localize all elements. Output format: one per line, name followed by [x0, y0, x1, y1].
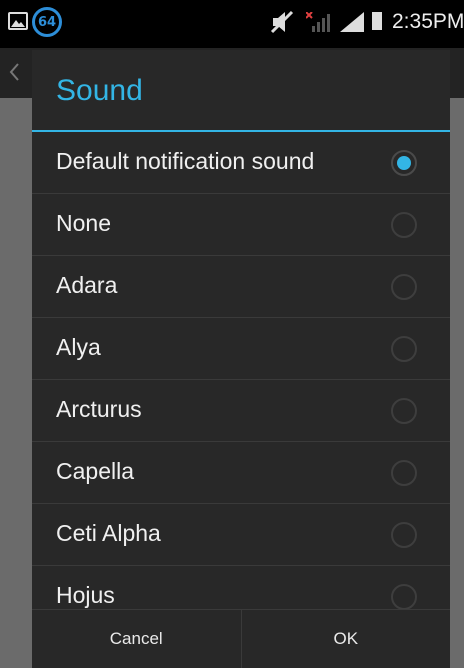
- radio-button[interactable]: [391, 522, 417, 548]
- sound-option[interactable]: Capella: [32, 442, 450, 504]
- sound-option-label: Ceti Alpha: [56, 520, 161, 546]
- radio-button[interactable]: [391, 212, 417, 238]
- sound-option-label: Capella: [56, 458, 134, 484]
- sound-option-label: Alya: [56, 334, 101, 360]
- sound-options-list[interactable]: Default notification sound None Adara Al…: [32, 132, 450, 609]
- status-bar: 64 2:35PM: [0, 0, 464, 48]
- sound-option-label: Adara: [56, 272, 118, 298]
- radio-button-selected[interactable]: [391, 150, 417, 176]
- dialog-title: Sound: [56, 74, 143, 107]
- dialog-button-bar: Cancel OK: [32, 609, 450, 668]
- sound-option-label: None: [56, 210, 111, 236]
- notification-count-badge: 64: [32, 7, 62, 37]
- sound-option[interactable]: Arcturus: [32, 380, 450, 442]
- dialog-title-bar: Sound: [32, 50, 450, 132]
- sound-option[interactable]: Alya: [32, 318, 450, 380]
- sound-option-label: Default notification sound: [56, 148, 315, 174]
- sound-option[interactable]: None: [32, 194, 450, 256]
- sound-option-label: Arcturus: [56, 396, 142, 422]
- back-chevron-icon: [9, 63, 19, 81]
- status-time: 2:35PM: [392, 10, 464, 33]
- radio-button[interactable]: [391, 398, 417, 424]
- ok-button[interactable]: OK: [240, 610, 451, 668]
- signal-strength-icon: [340, 12, 364, 32]
- sound-option[interactable]: Default notification sound: [32, 132, 450, 194]
- radio-button[interactable]: [391, 460, 417, 486]
- sound-picker-dialog: Sound Default notification sound None Ad…: [32, 50, 450, 668]
- sound-option-label: Hojus: [56, 582, 115, 608]
- battery-icon: [372, 12, 382, 30]
- cancel-button[interactable]: Cancel: [32, 610, 241, 668]
- sound-option[interactable]: Hojus: [32, 566, 450, 609]
- radio-button[interactable]: [391, 584, 417, 609]
- muted-speaker-icon: [270, 10, 294, 34]
- radio-button[interactable]: [391, 336, 417, 362]
- no-signal-sim1-icon: [306, 12, 330, 32]
- sound-option[interactable]: Adara: [32, 256, 450, 318]
- image-notification-icon: [8, 12, 28, 30]
- radio-button[interactable]: [391, 274, 417, 300]
- sound-option[interactable]: Ceti Alpha: [32, 504, 450, 566]
